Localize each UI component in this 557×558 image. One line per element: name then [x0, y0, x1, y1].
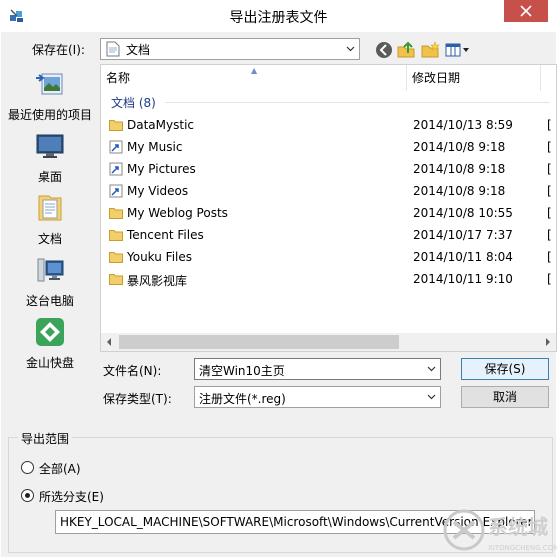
place-this-pc[interactable]: 这台电脑 — [0, 254, 100, 310]
file-date: 2014/10/11 8:04 — [413, 250, 513, 264]
file-type-truncated: [ — [547, 250, 552, 264]
list-item[interactable]: My Videos 2014/10/8 9:18 [ — [101, 180, 556, 202]
file-type-truncated: [ — [547, 228, 552, 242]
filetype-label: 保存类型(T): — [103, 392, 172, 406]
file-date: 2014/10/17 7:37 — [413, 228, 513, 242]
file-name: DataMystic — [127, 118, 194, 132]
export-range-title: 导出范围 — [18, 430, 73, 447]
close-icon — [520, 5, 532, 17]
watermark-text: 系统城 — [488, 515, 548, 539]
file-date: 2014/10/8 9:18 — [413, 184, 506, 198]
watermark-logo: 系统城 XITONGCHENG.COM — [443, 509, 557, 552]
place-label: 桌面 — [37, 170, 62, 184]
folder-icon — [109, 208, 123, 219]
file-date: 2014/10/8 10:55 — [413, 206, 513, 220]
lookin-value: 文档 — [126, 42, 151, 57]
radio-all[interactable] — [21, 461, 34, 474]
shortcut-icon — [109, 162, 123, 176]
lookin-combo[interactable]: 文档 — [100, 38, 360, 60]
list-item[interactable]: 暴风影视库 2014/10/11 9:10 [ — [101, 268, 556, 290]
file-name: My Weblog Posts — [127, 206, 228, 220]
group-divider — [165, 102, 550, 103]
scrollbar-thumb[interactable] — [119, 335, 399, 349]
up-folder-icon[interactable] — [397, 40, 417, 60]
place-desktop[interactable]: 桌面 — [0, 130, 100, 186]
title-bar: 导出注册表文件 — [0, 0, 557, 32]
radio-selected-branch[interactable] — [21, 489, 34, 502]
view-menu-icon[interactable] — [445, 40, 471, 60]
folder-icon — [109, 274, 123, 285]
column-header-date[interactable]: 修改日期 — [407, 65, 541, 91]
file-type-truncated: [ — [547, 162, 552, 176]
file-date: 2014/10/13 8:59 — [413, 118, 513, 132]
list-item[interactable]: Tencent Files 2014/10/17 7:37 [ — [101, 224, 556, 246]
chevron-down-icon[interactable] — [341, 39, 359, 59]
file-date: 2014/10/8 9:18 — [413, 140, 506, 154]
documents-small-icon — [106, 41, 120, 57]
list-item[interactable]: My Weblog Posts 2014/10/8 10:55 [ — [101, 202, 556, 224]
place-kuaipan[interactable]: 金山快盘 — [0, 316, 100, 372]
back-icon[interactable] — [374, 40, 394, 60]
place-documents[interactable]: 文档 — [0, 192, 100, 248]
radio-branch-label[interactable]: 所选分支(E) — [39, 488, 104, 505]
filename-value: 清空Win10主页 — [199, 364, 285, 378]
place-label: 最近使用的项目 — [7, 108, 92, 122]
column-header-type[interactable] — [541, 65, 556, 91]
radio-all-label[interactable]: 全部(A) — [39, 460, 81, 477]
folder-icon — [109, 252, 123, 263]
cancel-button[interactable]: 取消 — [461, 386, 549, 408]
window-title: 导出注册表文件 — [229, 10, 328, 26]
filetype-value: 注册文件(*.reg) — [199, 392, 286, 406]
save-button[interactable]: 保存(S) — [461, 358, 549, 380]
file-type-truncated: [ — [547, 140, 552, 154]
file-name: My Pictures — [127, 162, 196, 176]
file-name: Youku Files — [127, 250, 193, 264]
list-item[interactable]: Youku Files 2014/10/11 8:04 [ — [101, 246, 556, 268]
filename-field[interactable]: 清空Win10主页 — [194, 358, 441, 380]
file-name: My Videos — [127, 184, 189, 198]
list-item[interactable]: DataMystic 2014/10/13 8:59 [ — [101, 114, 556, 136]
list-item[interactable]: My Pictures 2014/10/8 9:18 [ — [101, 158, 556, 180]
place-label: 这台电脑 — [25, 294, 74, 308]
shortcut-icon — [109, 140, 123, 154]
file-date: 2014/10/8 9:18 — [413, 162, 506, 176]
recent-items-icon — [36, 73, 63, 95]
file-type-truncated: [ — [547, 206, 552, 220]
place-label: 金山快盘 — [25, 356, 74, 370]
shortcut-icon — [109, 184, 123, 198]
close-button[interactable] — [504, 0, 548, 22]
file-type-truncated: [ — [547, 118, 552, 132]
file-type-truncated: [ — [547, 184, 552, 198]
file-name: My Music — [127, 140, 183, 154]
chevron-down-icon[interactable] — [422, 387, 440, 407]
scroll-right-icon[interactable] — [544, 338, 552, 346]
chevron-down-icon[interactable] — [422, 359, 440, 379]
folder-icon — [109, 230, 123, 241]
file-type-truncated: [ — [547, 272, 552, 286]
place-label: 文档 — [37, 232, 62, 246]
group-header[interactable]: 文档 (8) — [111, 94, 156, 111]
list-item[interactable]: My Music 2014/10/8 9:18 [ — [101, 136, 556, 158]
scroll-left-icon[interactable] — [105, 338, 113, 346]
place-recent[interactable]: 最近使用的项目 — [0, 68, 100, 124]
new-folder-icon[interactable] — [421, 40, 441, 60]
horizontal-scrollbar[interactable] — [101, 333, 556, 351]
file-date: 2014/10/11 9:10 — [413, 272, 513, 286]
kuaipan-icon — [36, 318, 64, 346]
file-name: Tencent Files — [127, 228, 204, 242]
file-list[interactable]: 名称 ▲ 修改日期 文档 (8) DataMystic 2014/10/13 8… — [100, 64, 557, 352]
watermark-subtext: XITONGCHENG.COM — [488, 544, 557, 552]
lookin-label: 保存在(I): — [32, 43, 85, 57]
desktop-icon — [36, 134, 64, 158]
folder-icon — [109, 120, 123, 131]
documents-icon — [38, 195, 62, 221]
this-pc-icon — [37, 258, 64, 282]
filetype-select[interactable]: 注册文件(*.reg) — [194, 386, 441, 408]
filename-label: 文件名(N): — [103, 364, 162, 378]
file-name: 暴风影视库 — [127, 274, 188, 288]
sort-ascending-icon: ▲ — [251, 66, 258, 75]
